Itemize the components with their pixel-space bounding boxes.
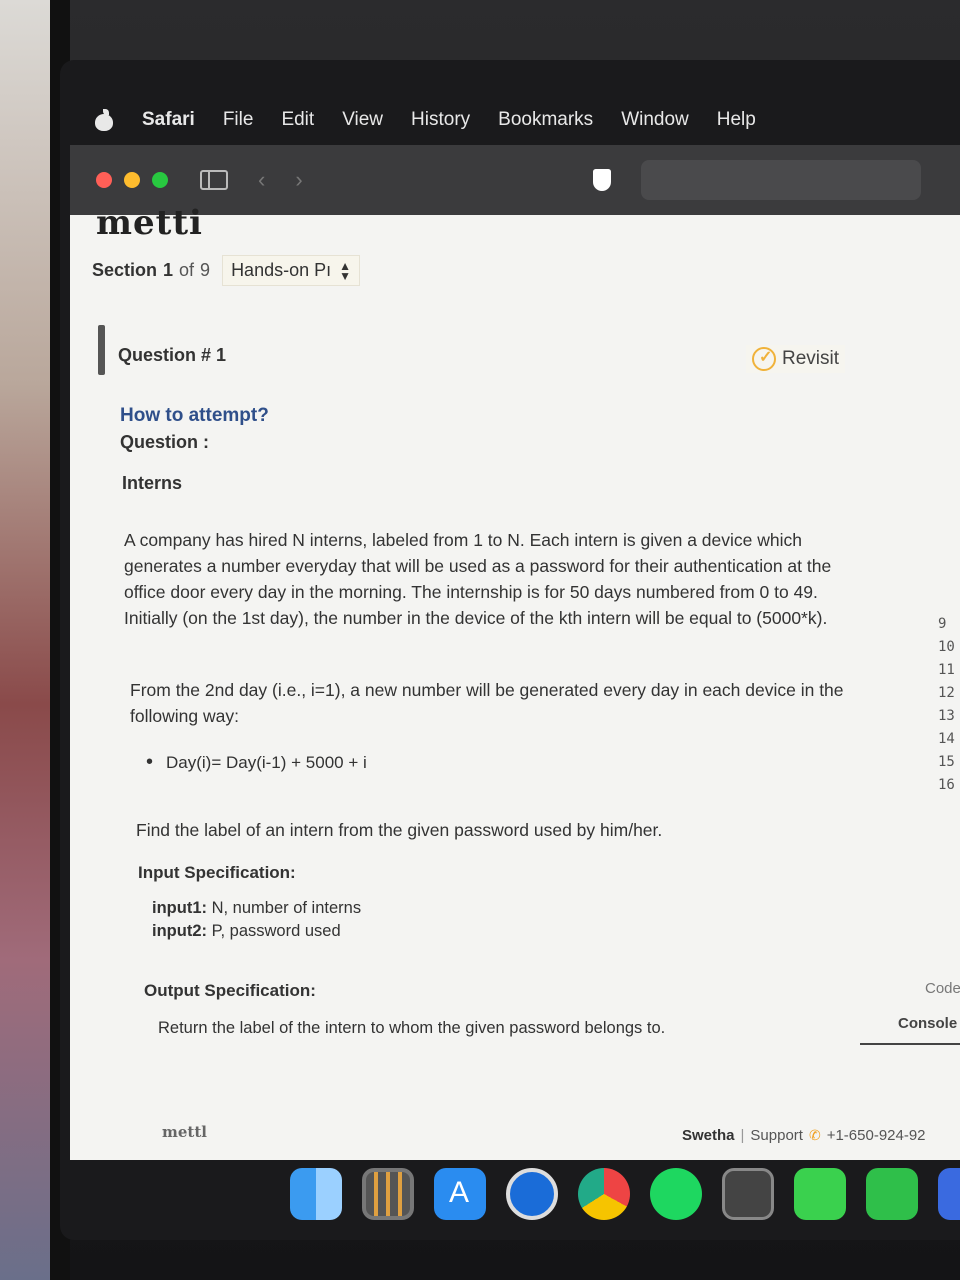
privacy-shield-icon[interactable] — [592, 169, 611, 191]
formula-bullet: Day(i)= Day(i-1) + 5000 + i — [146, 751, 367, 774]
section-label: Section — [92, 260, 158, 280]
facetime-icon[interactable] — [866, 1168, 918, 1220]
input1-line: input1: N, number of interns — [152, 899, 361, 918]
chrome-icon[interactable] — [578, 1168, 630, 1220]
menu-bookmarks[interactable]: Bookmarks — [498, 109, 593, 131]
laptop-screen: Safari File Edit View History Bookmarks … — [60, 60, 960, 1240]
menu-help[interactable]: Help — [717, 109, 756, 131]
phone-icon: ✆ — [808, 1127, 821, 1143]
tab-code[interactable]: Code — [925, 980, 960, 997]
section-current: 1 — [163, 260, 174, 280]
footer-contact: Swetha | Support ✆ +1-650-924-92 — [682, 1127, 926, 1144]
sidebar-toggle-icon[interactable] — [200, 170, 228, 190]
menu-view[interactable]: View — [342, 109, 383, 131]
line-number: 11 — [938, 662, 955, 678]
menu-history[interactable]: History — [411, 109, 470, 131]
footer-logo: mettl — [162, 1123, 207, 1141]
tab-console[interactable]: Console — [898, 1015, 957, 1032]
line-number: 15 — [938, 754, 955, 770]
active-tab-underline — [860, 1043, 960, 1045]
close-window-button[interactable] — [96, 172, 112, 188]
fullscreen-window-button[interactable] — [152, 172, 168, 188]
section-dropdown[interactable]: Hands-on Pı ▲ ▼ — [222, 255, 361, 286]
safari-icon[interactable] — [506, 1168, 558, 1220]
section-dropdown-value: Hands-on Pı — [231, 260, 332, 280]
footer-separator: | — [740, 1127, 745, 1144]
webpage: metti Section 1 of 9 Hands-on Pı ▲ ▼ Ques… — [70, 203, 960, 1160]
section-of: of — [179, 260, 195, 280]
updown-chevron-icon: ▲ ▼ — [339, 258, 352, 283]
address-bar[interactable] — [640, 160, 921, 200]
output-spec-text: Return the label of the intern to whom t… — [158, 1019, 666, 1037]
input1-label: input1: — [152, 899, 207, 917]
apple-icon[interactable] — [94, 109, 114, 131]
forward-arrow-icon[interactable]: › — [295, 167, 302, 193]
line-number: 13 — [938, 708, 955, 724]
input2-label: input2: — [152, 922, 207, 940]
dock — [290, 1168, 960, 1220]
revisit-button[interactable]: Revisit — [746, 345, 846, 373]
line-number: 14 — [938, 731, 955, 747]
support-link[interactable]: Support — [750, 1127, 803, 1144]
safari-toolbar: ‹ › — [70, 145, 960, 215]
question-accent-bar — [98, 325, 105, 375]
input2-line: input2: P, password used — [152, 922, 341, 941]
editor-line-numbers: 9 10 11 12 13 14 15 16 — [938, 613, 955, 797]
input-spec-heading: Input Specification: — [138, 863, 296, 882]
output-spec-heading: Output Specification: — [144, 981, 316, 1000]
line-number: 10 — [938, 639, 955, 655]
messages-icon[interactable] — [794, 1168, 846, 1220]
support-phone: +1-650-924-92 — [826, 1127, 926, 1144]
revisit-label: Revisit — [782, 348, 840, 369]
question-label: Question : — [120, 432, 209, 452]
menu-edit[interactable]: Edit — [281, 109, 314, 131]
footer-username: Swetha — [682, 1127, 735, 1144]
back-arrow-icon[interactable]: ‹ — [258, 167, 265, 193]
calculator-icon[interactable] — [722, 1168, 774, 1220]
input1-text: N, number of interns — [211, 899, 362, 917]
launchpad-icon[interactable] — [362, 1168, 414, 1220]
question-header: Question # 1 Revisit — [98, 325, 878, 377]
section-total: 9 — [200, 260, 211, 280]
problem-paragraph-3: Find the label of an intern from the giv… — [136, 820, 663, 840]
appstore-icon[interactable] — [434, 1168, 486, 1220]
mail-icon[interactable] — [938, 1168, 960, 1220]
finder-icon[interactable] — [290, 1168, 342, 1220]
menubar: Safari File Edit View History Bookmarks … — [60, 100, 960, 140]
problem-title: Interns — [122, 473, 183, 493]
site-logo: metti — [96, 203, 203, 243]
line-number: 12 — [938, 685, 955, 701]
line-number: 9 — [938, 616, 947, 632]
problem-paragraph-2: From the 2nd day (i.e., i=1), a new numb… — [130, 680, 844, 726]
minimize-window-button[interactable] — [124, 172, 140, 188]
revisit-check-icon — [752, 347, 776, 371]
menu-file[interactable]: File — [223, 109, 254, 131]
line-number: 16 — [938, 777, 955, 793]
menu-window[interactable]: Window — [621, 109, 689, 131]
input2-text: P, password used — [211, 922, 341, 940]
question-title: Question # 1 — [118, 345, 227, 365]
problem-paragraph-1: A company has hired N interns, labeled f… — [124, 530, 832, 628]
spotify-icon[interactable] — [650, 1168, 702, 1220]
menu-safari[interactable]: Safari — [142, 109, 195, 131]
section-nav: Section 1 of 9 Hands-on Pı ▲ ▼ — [92, 255, 361, 286]
how-to-attempt-link[interactable]: How to attempt? — [120, 405, 269, 427]
page-footer: mettl Swetha | Support ✆ +1-650-924-92 — [70, 1105, 960, 1160]
